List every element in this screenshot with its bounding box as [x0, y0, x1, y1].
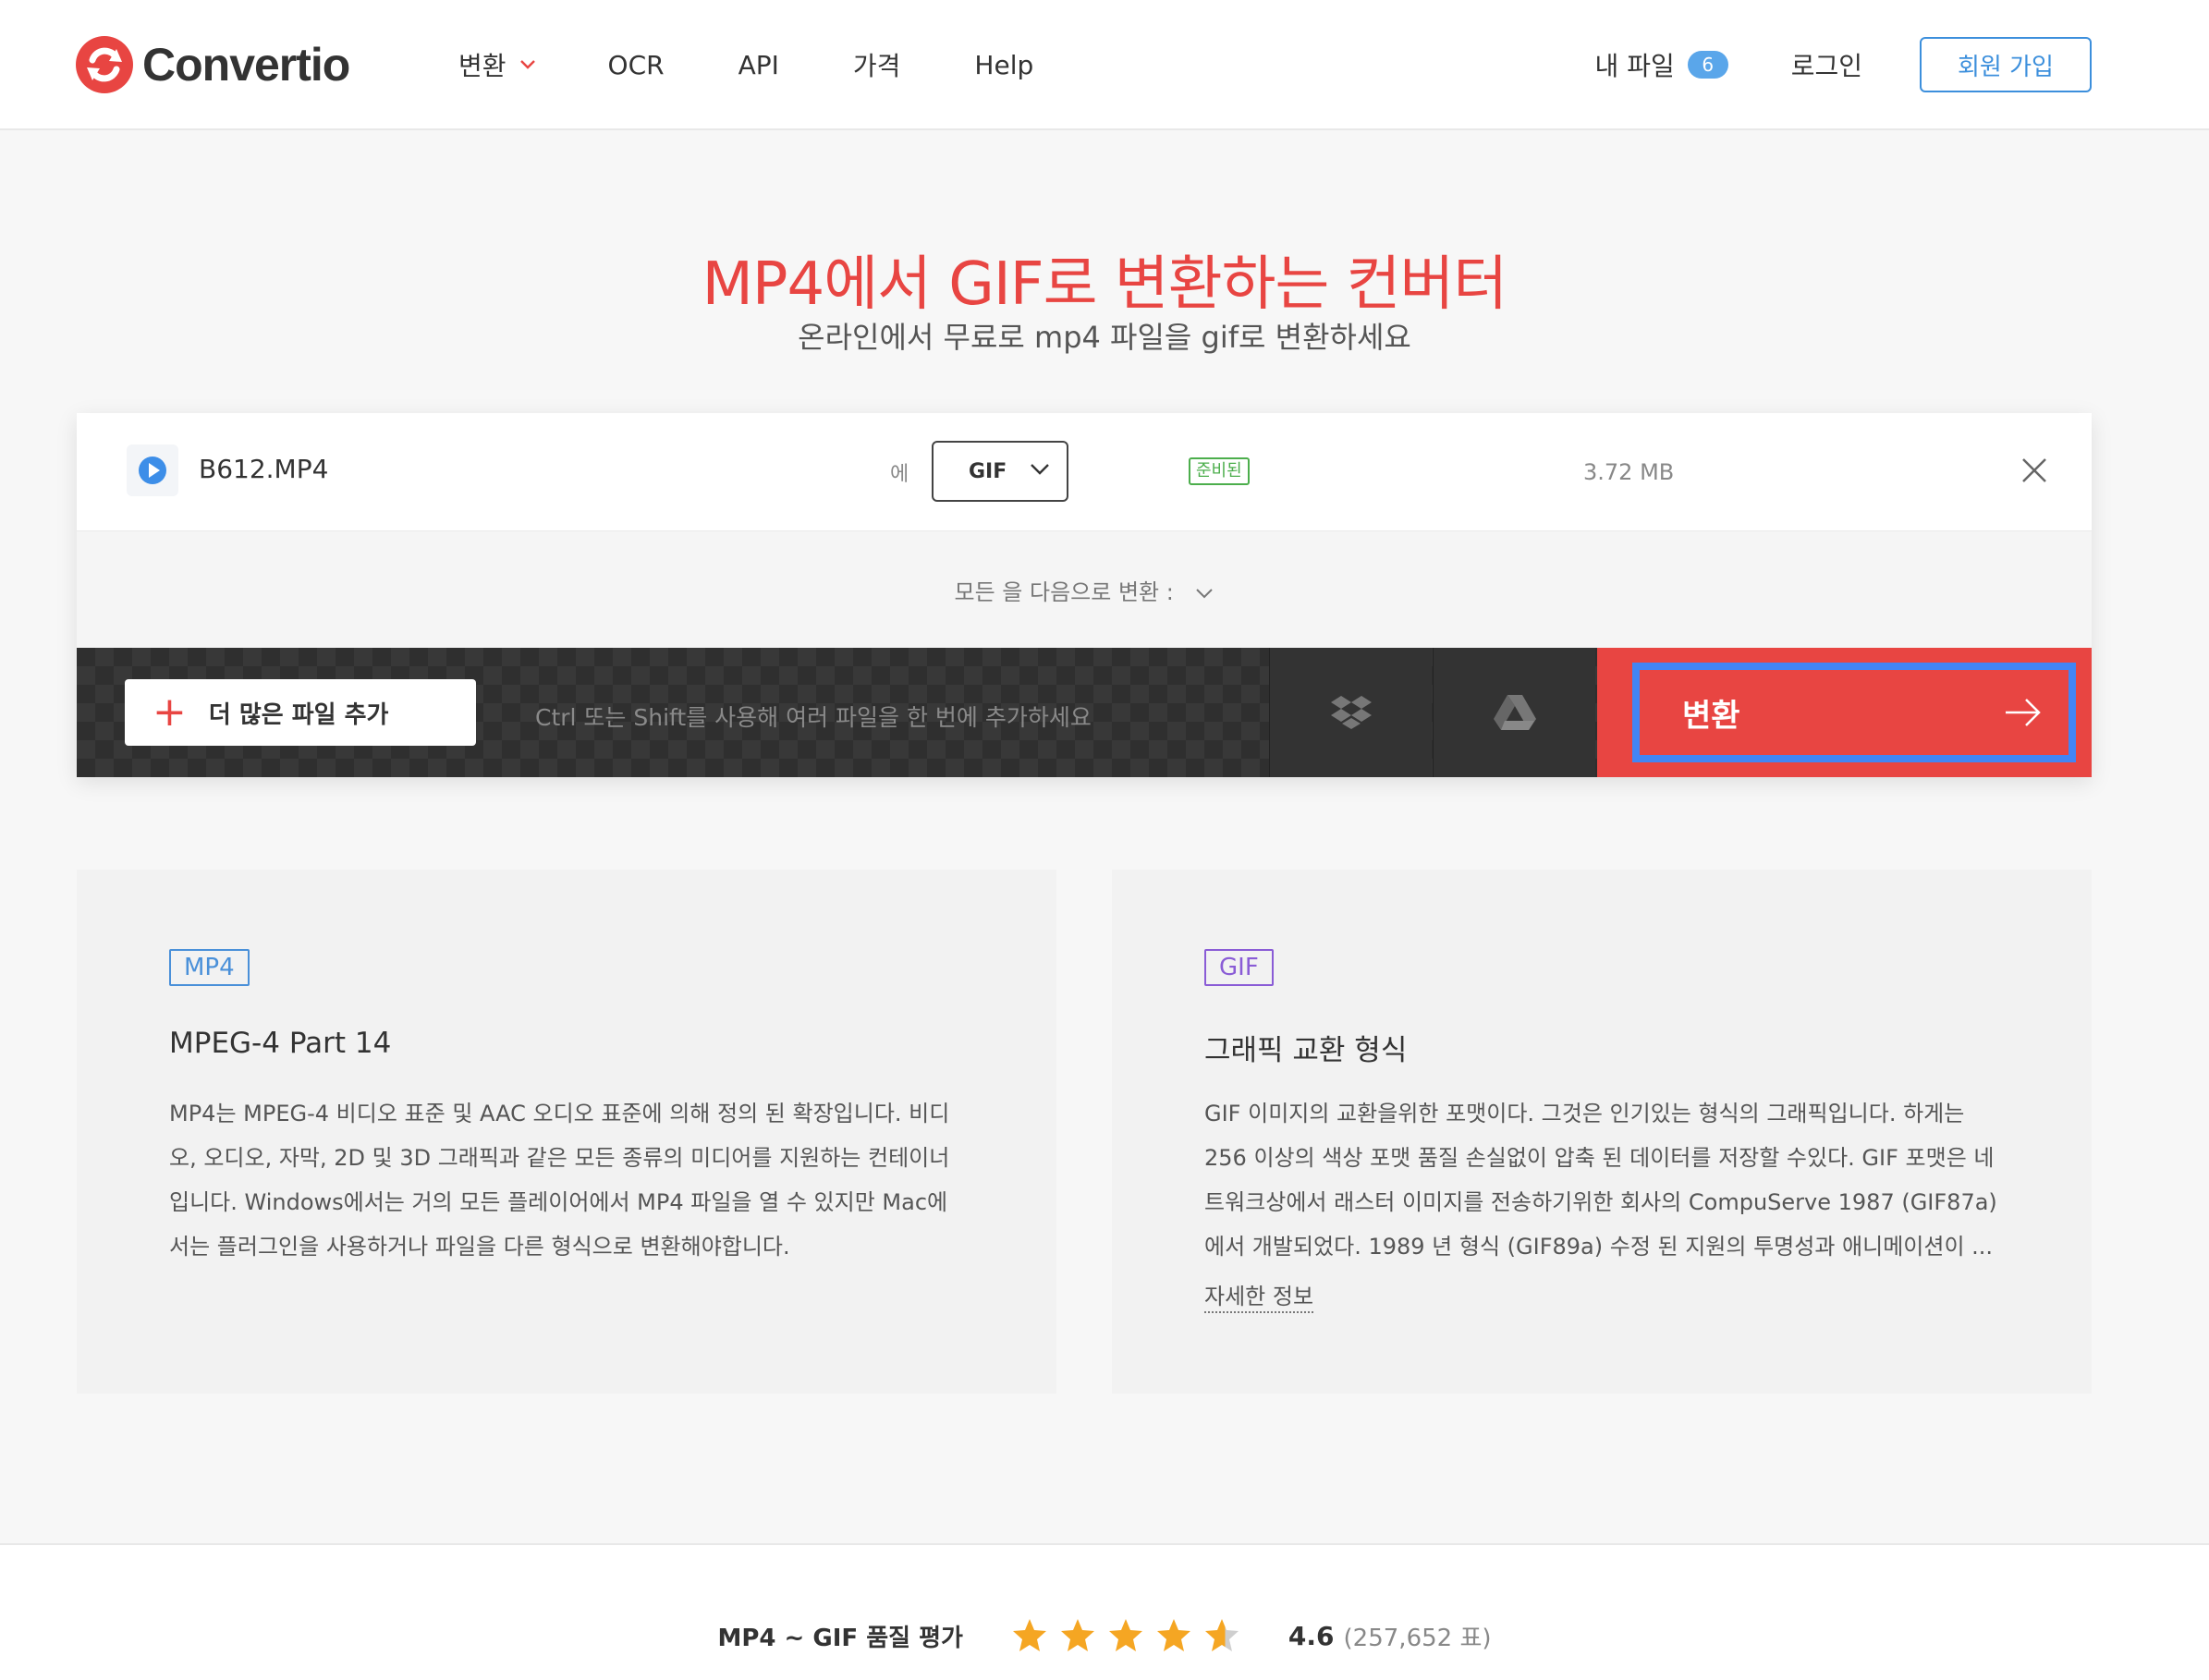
more-info-link[interactable]: 자세한 정보 — [1204, 1282, 1314, 1313]
my-files-link[interactable]: 내 파일 6 — [1595, 46, 1728, 83]
source-format-card: MP4 MPEG-4 Part 14 MP4는 MPEG-4 비디오 표준 및 … — [77, 870, 1056, 1394]
convertio-logo-icon — [76, 36, 133, 93]
page-subtitle: 온라인에서 무료로 mp4 파일을 gif로 변환하세요 — [798, 320, 1411, 355]
rating-section: MP4 ~ GIF 품질 평가 4.6 (257,652 표) — [0, 1543, 2209, 1680]
signup-button[interactable]: 회원 가입 — [1920, 37, 2092, 92]
convert-area: 변환 — [1597, 648, 2092, 777]
star-rating[interactable] — [1011, 1617, 1251, 1654]
nav-ocr[interactable]: OCR — [608, 44, 665, 85]
arrow-right-icon — [2006, 699, 2041, 726]
source-format-title: MPEG-4 Part 14 — [169, 1027, 392, 1060]
nav-ocr-label: OCR — [607, 49, 665, 80]
description-line: 256 이상의 색상 포맷 품질 손실없이 압축 된 데이터를 저장할 수있다.… — [1204, 1145, 1995, 1171]
description-line: 트워크상에서 래스터 이미지를 전송하기위한 회사의 CompuServe 19… — [1204, 1189, 1997, 1215]
file-name: B612.MP4 — [199, 454, 329, 484]
multi-select-hint: Ctrl 또는 Shift를 사용해 여러 파일을 한 번에 추가하세요 — [535, 704, 1092, 731]
convert-all-label: 모든 을 다음으로 변환 : — [954, 579, 1174, 605]
star-icon[interactable] — [1059, 1617, 1096, 1654]
convert-all-row: 모든 을 다음으로 변환 : — [77, 531, 2092, 648]
target-format-title: 그래픽 교환 형식 — [1204, 1034, 1408, 1067]
description-line: 에서 개발되었다. 1989 년 형식 (GIF89a) 수정 된 지원의 투명… — [1204, 1234, 1994, 1260]
google-drive-icon — [1493, 695, 1536, 730]
nav-help[interactable]: Help — [974, 44, 1033, 85]
converter-panel: B612.MP4 에 GIF 준비된 3.72 MB 모든 을 다음으로 변환 … — [77, 413, 2092, 777]
nav-api-label: API — [738, 49, 779, 80]
page-title: MP4에서 GIF로 변환하는 컨버터 — [702, 250, 1508, 319]
google-drive-button[interactable] — [1433, 648, 1595, 777]
rating-score: 4.6 — [1288, 1620, 1335, 1651]
action-bar: + 더 많은 파일 추가 Ctrl 또는 Shift를 사용해 여러 파일을 한… — [77, 648, 2092, 777]
convert-button[interactable]: 변환 — [1632, 663, 2076, 762]
star-icon[interactable] — [1155, 1617, 1192, 1654]
status-badge: 준비된 — [1189, 457, 1250, 485]
rating-row: MP4 ~ GIF 품질 평가 4.6 (257,652 표) — [0, 1617, 2209, 1654]
output-format-value: GIF — [969, 459, 1007, 483]
file-size: 3.72 MB — [1583, 459, 1675, 485]
target-format-tag: GIF — [1204, 949, 1274, 986]
my-files-label: 내 파일 — [1594, 51, 1675, 81]
star-icon[interactable] — [1203, 1617, 1240, 1654]
dropbox-button[interactable] — [1269, 648, 1432, 777]
nav-convert-label: 변환 — [458, 51, 506, 81]
rating-label: MP4 ~ GIF 품질 평가 — [717, 1624, 963, 1652]
description-line: MP4는 MPEG-4 비디오 표준 및 AAC 오디오 표준에 의해 정의 된… — [169, 1101, 950, 1126]
nav-pricing[interactable]: 가격 — [853, 44, 901, 85]
nav-help-label: Help — [974, 49, 1034, 80]
video-file-icon — [127, 444, 178, 496]
convert-label: 변환 — [1682, 697, 1740, 735]
star-icon[interactable] — [1011, 1617, 1048, 1654]
site-header: Convertio 변환 OCR API 가격 Help 내 파일 6 로그인 … — [0, 0, 2209, 130]
star-icon[interactable] — [1107, 1617, 1144, 1654]
chevron-down-icon — [519, 60, 535, 69]
source-format-tag: MP4 — [169, 949, 250, 986]
nav-pricing-label: 가격 — [852, 51, 901, 81]
main-nav: 변환 OCR API 가격 Help — [458, 44, 1033, 85]
add-more-files-button[interactable]: + 더 많은 파일 추가 — [125, 679, 476, 746]
add-more-files-label: 더 많은 파일 추가 — [208, 700, 389, 729]
file-row: B612.MP4 에 GIF 준비된 3.72 MB — [77, 413, 2092, 531]
rating-votes: (257,652 표) — [1343, 1624, 1492, 1652]
description-line: 서는 플러그인을 사용하거나 파일을 다른 형식으로 변환해야합니다. — [169, 1234, 790, 1260]
logo[interactable]: Convertio — [76, 35, 350, 94]
account-nav: 내 파일 6 로그인 회원 가입 — [1595, 37, 2092, 92]
chevron-down-icon — [1031, 464, 1049, 475]
description-line: 입니다. Windows에서는 거의 모든 플레이어에서 MP4 파일을 열 수… — [169, 1189, 948, 1215]
to-label: 에 — [890, 463, 909, 486]
target-format-description: GIF 이미지의 교환을위한 포맷이다. 그것은 인기있는 형식의 그래픽입니다… — [1204, 1091, 2018, 1269]
login-link[interactable]: 로그인 — [1791, 46, 1862, 83]
nav-api[interactable]: API — [738, 44, 779, 85]
chevron-down-icon — [1196, 589, 1214, 599]
nav-convert[interactable]: 변환 — [458, 44, 536, 85]
description-line: 오, 오디오, 자막, 2D 및 3D 그래픽과 같은 모든 종류의 미디어를 … — [169, 1145, 950, 1171]
target-format-card: GIF 그래픽 교환 형식 GIF 이미지의 교환을위한 포맷이다. 그것은 인… — [1112, 870, 2092, 1394]
source-format-description: MP4는 MPEG-4 비디오 표준 및 AAC 오디오 표준에 의해 정의 된… — [169, 1091, 982, 1269]
close-icon[interactable] — [2018, 454, 2051, 487]
description-line: GIF 이미지의 교환을위한 포맷이다. 그것은 인기있는 형식의 그래픽입니다… — [1204, 1101, 1965, 1126]
output-format-select[interactable]: GIF — [932, 441, 1068, 502]
convert-all-dropdown[interactable]: 모든 을 다음으로 변환 : — [77, 574, 2092, 606]
plus-icon: + — [153, 688, 187, 736]
dropbox-icon — [1330, 696, 1372, 729]
my-files-count-badge: 6 — [1687, 51, 1728, 79]
logo-text: Convertio — [142, 39, 350, 91]
